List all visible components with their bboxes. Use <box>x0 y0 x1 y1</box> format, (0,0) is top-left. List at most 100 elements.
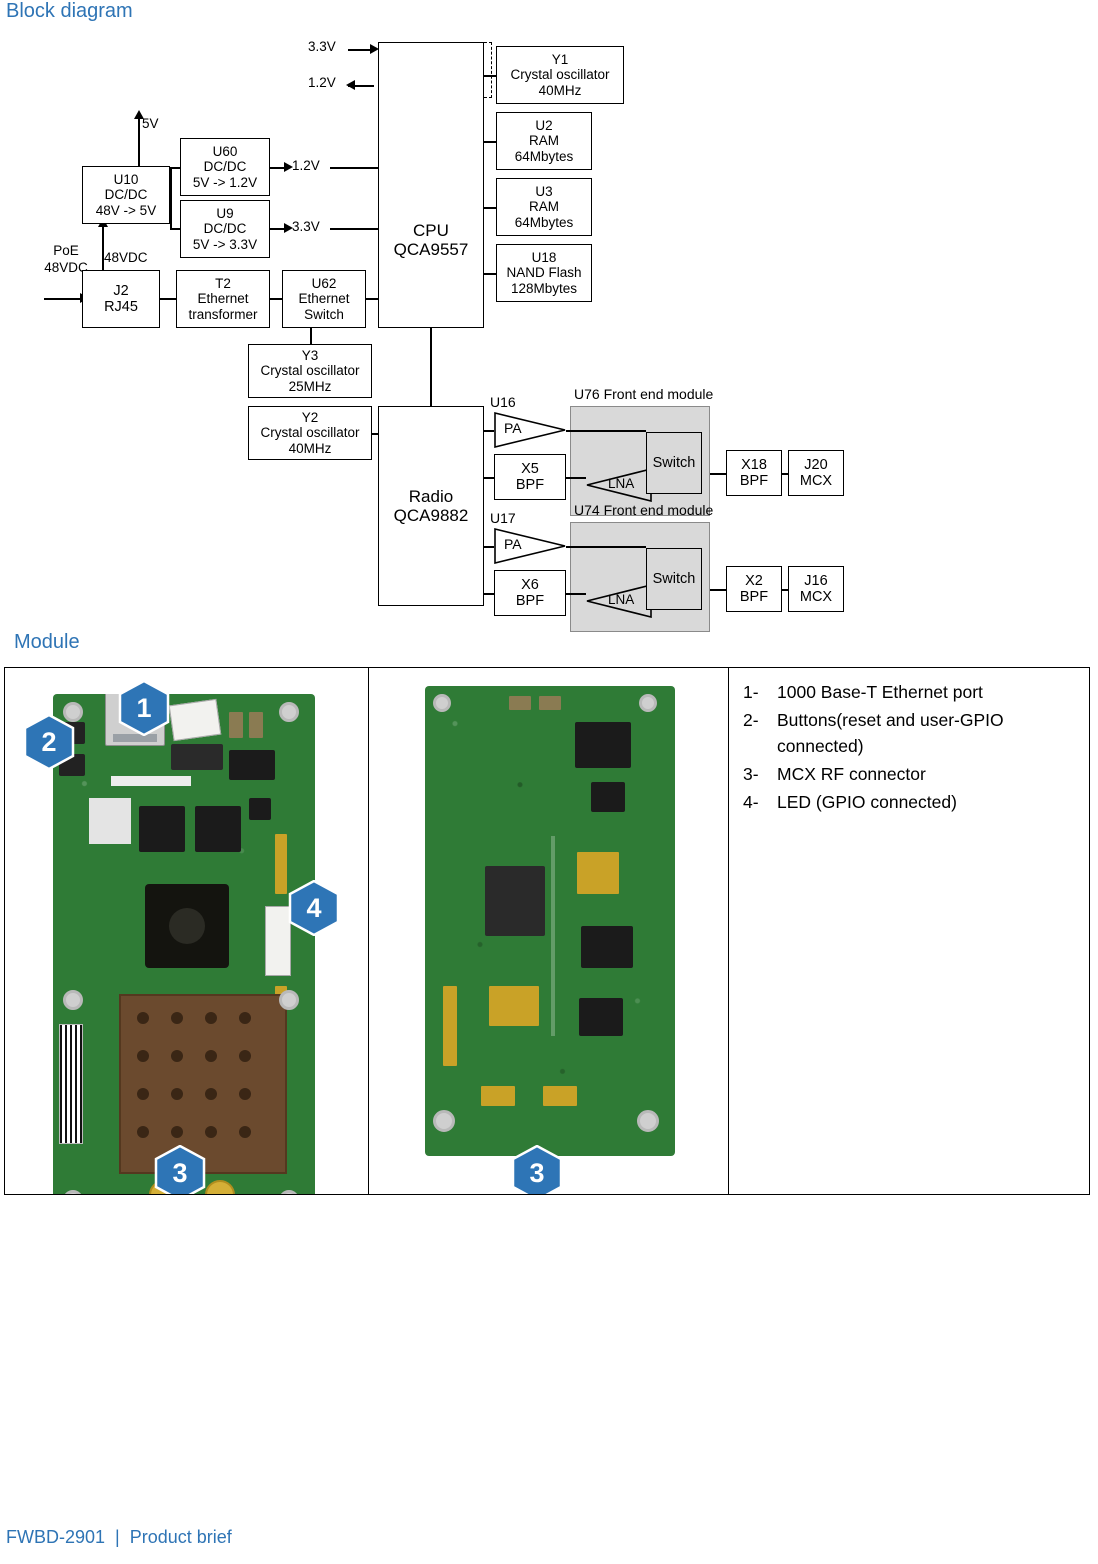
u9-line1: U9 <box>216 206 234 222</box>
poe-label-line1: PoE <box>53 243 79 258</box>
u60-line2: DC/DC <box>203 159 247 175</box>
pcb-board-bottom-view <box>425 686 675 1156</box>
label-u16: U16 <box>490 394 516 410</box>
legend-item-4: 4- LED (GPIO connected) <box>743 790 1075 816</box>
page-title-module: Module <box>14 631 80 653</box>
callout-badge-2: 2 <box>21 714 77 770</box>
y1-line3: 40MHz <box>538 82 582 98</box>
x18-line1: X18 <box>741 456 767 473</box>
legend-num-2: 2- <box>743 709 759 730</box>
mount-hole-b-br <box>637 1110 659 1132</box>
node-y3-crystal: Y3 Crystal oscillator 25MHz <box>248 344 372 398</box>
legend-item-3: 3- MCX RF connector <box>743 762 1075 788</box>
x5-line2: BPF <box>515 477 545 493</box>
u18-line1: U18 <box>531 250 557 266</box>
u18-line3: 128Mbytes <box>510 280 578 296</box>
footer-product-name: FWBD-2901 <box>6 1527 106 1547</box>
u3-line1: U3 <box>535 184 553 200</box>
u2-line3: 64Mbytes <box>514 148 574 164</box>
j20-line1: J20 <box>804 456 828 473</box>
node-u2-ram: U2 RAM 64Mbytes <box>496 112 592 170</box>
legend-text-3: MCX RF connector <box>777 763 926 784</box>
label-5v: 5V <box>142 116 159 131</box>
u10-line3: 48V -> 5V <box>95 202 157 218</box>
radio-line2: QCA9882 <box>393 506 469 525</box>
label-12v-in: 1.2V <box>308 75 336 90</box>
pad-b-bottom-2 <box>543 1086 577 1106</box>
link-x6-lna <box>566 593 586 595</box>
y3-line2: Crystal oscillator <box>260 363 360 379</box>
module-legend-cell: 1- 1000 Base-T Ethernet port 2- Buttons(… <box>729 668 1089 1194</box>
pad-b-bottom-1 <box>481 1086 515 1106</box>
callout-badge-1: 1 <box>116 680 172 736</box>
silkscreen-part-code <box>111 776 191 786</box>
u62-line1: U62 <box>311 276 337 292</box>
legend-item-1: 1- 1000 Base-T Ethernet port <box>743 680 1075 706</box>
chip-b-low-right <box>579 998 623 1036</box>
label-48vdc: 48VDC <box>104 250 148 265</box>
callout-badge-3b: 3 <box>509 1145 565 1194</box>
legend-num-3: 3- <box>743 763 759 784</box>
link-x18-j20 <box>782 473 788 475</box>
module-photo-cell-top: 1 2 3 4 <box>5 668 369 1194</box>
node-j16-mcx: J16 MCX <box>788 566 844 612</box>
x5-line1: X5 <box>521 460 539 477</box>
footer-separator: | <box>115 1527 120 1547</box>
link-u17-switch <box>566 546 646 548</box>
int-12v-arrow <box>346 80 355 90</box>
node-x6-bpf: X6 BPF <box>494 570 566 616</box>
node-y1-crystal: Y1 Crystal oscillator 40MHz <box>496 46 624 104</box>
pad-b-gold-1 <box>577 852 619 894</box>
mount-hole-tr <box>279 702 299 722</box>
legend-text-2: Buttons(reset and user-GPIO connected) <box>777 709 1004 756</box>
label-33v-out: 3.3V <box>292 219 320 234</box>
mount-hole-mr <box>279 990 299 1010</box>
node-u62-ethernet-switch: U62 Ethernet Switch <box>282 270 366 328</box>
t2-line3: transformer <box>188 306 258 322</box>
chip-ram-u3 <box>195 806 241 852</box>
node-u18-nand-flash: U18 NAND Flash 128Mbytes <box>496 244 592 302</box>
node-x2-bpf: X2 BPF <box>726 566 782 612</box>
callout-number-4: 4 <box>306 892 322 923</box>
cpu-line2: QCA9557 <box>393 240 469 259</box>
silk-divider <box>551 836 555 1036</box>
u10-line1: U10 <box>113 172 139 188</box>
pad-b-gold-2 <box>489 986 539 1026</box>
link-radio-u16 <box>484 430 494 432</box>
label-u17: U17 <box>490 510 516 526</box>
radio-line1: Radio <box>408 486 454 506</box>
pad-b-edge <box>443 986 457 1066</box>
label-u74: U74 Front end module <box>574 502 714 518</box>
mount-hole-b-tl <box>433 694 451 712</box>
rail-33v-to-cpu <box>330 228 378 230</box>
node-j20-mcx: J20 MCX <box>788 450 844 496</box>
module-table: 1 2 3 4 3 1- 1000 Base-T Ethernet port 2… <box>4 667 1090 1195</box>
pcb-board-top-view <box>53 694 315 1194</box>
node-cpu-qca9557: CPU QCA9557 <box>378 42 484 328</box>
callout-badge-3a: 3 <box>152 1145 208 1194</box>
chip-b-mid-right <box>581 926 633 968</box>
y2-line1: Y2 <box>301 410 319 426</box>
chip-regulator <box>229 750 275 780</box>
silkscreen-date-code <box>89 798 131 844</box>
chip-b-left-big <box>485 866 545 936</box>
x6-line1: X6 <box>521 576 539 593</box>
chip-top-right <box>171 744 223 770</box>
u9-line3: 5V -> 3.3V <box>192 236 258 252</box>
node-u76-switch: Switch <box>646 432 702 494</box>
poe-arrow-line <box>44 298 82 300</box>
u60-line3: 5V -> 1.2V <box>192 174 258 190</box>
node-u60-dcdc: U60 DC/DC 5V -> 1.2V <box>180 138 270 196</box>
u74-lna-text: LNA <box>608 592 635 607</box>
module-photo-cell-bottom: 3 <box>369 668 729 1194</box>
x6-line2: BPF <box>515 593 545 609</box>
link-j2-t2 <box>160 298 176 300</box>
mount-hole-b-tr <box>639 694 657 712</box>
link-u10-branch <box>170 167 172 229</box>
u62-line2: Ethernet <box>298 291 350 307</box>
j2-line2: RJ45 <box>104 299 138 315</box>
link-radio-u17 <box>484 546 494 548</box>
node-u3-ram: U3 RAM 64Mbytes <box>496 178 592 236</box>
u16-pa-text: PA <box>504 420 522 436</box>
link-u74-x2 <box>710 589 726 591</box>
